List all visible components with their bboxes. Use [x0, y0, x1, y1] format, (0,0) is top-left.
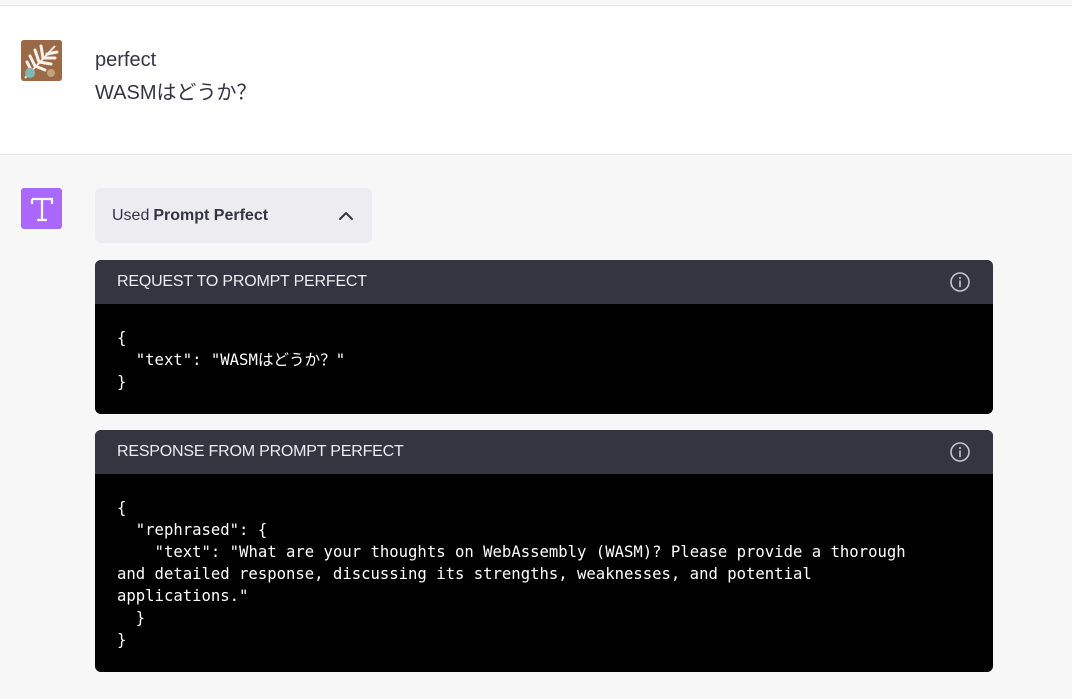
user-avatar	[21, 40, 62, 81]
request-json: { "text": "WASMはどうか？" }	[117, 329, 346, 391]
plugin-letter-t-icon	[30, 197, 53, 221]
user-message: perfect WASMはどうか？	[0, 5, 1072, 155]
chevron-up-icon[interactable]	[337, 207, 355, 225]
plugin-used-prefix: Used	[112, 206, 150, 224]
request-panel-header: REQUEST TO PROMPT PERFECT	[95, 260, 993, 304]
avatar-image-icon	[21, 40, 62, 81]
plugin-name: Prompt Perfect	[153, 206, 269, 224]
request-panel: REQUEST TO PROMPT PERFECT { "text": "WAS…	[95, 260, 993, 414]
assistant-avatar	[21, 188, 62, 229]
user-message-line-2: WASMはどうか？	[95, 82, 257, 104]
plugin-used-toggle[interactable]: Used Prompt Perfect	[95, 188, 372, 243]
response-panel-title: RESPONSE FROM PROMPT PERFECT	[117, 443, 404, 460]
response-panel: RESPONSE FROM PROMPT PERFECT { "rephrase…	[95, 430, 993, 672]
info-icon[interactable]	[949, 441, 971, 463]
response-json: { "rephrased": { "text": "What are your …	[117, 499, 906, 649]
response-panel-header: RESPONSE FROM PROMPT PERFECT	[95, 430, 993, 474]
chat-page: perfect WASMはどうか？ Used Prompt Perfect RE…	[0, 0, 1072, 699]
request-panel-title: REQUEST TO PROMPT PERFECT	[117, 273, 367, 290]
info-icon[interactable]	[949, 271, 971, 293]
user-message-line-1: perfect	[95, 49, 157, 71]
